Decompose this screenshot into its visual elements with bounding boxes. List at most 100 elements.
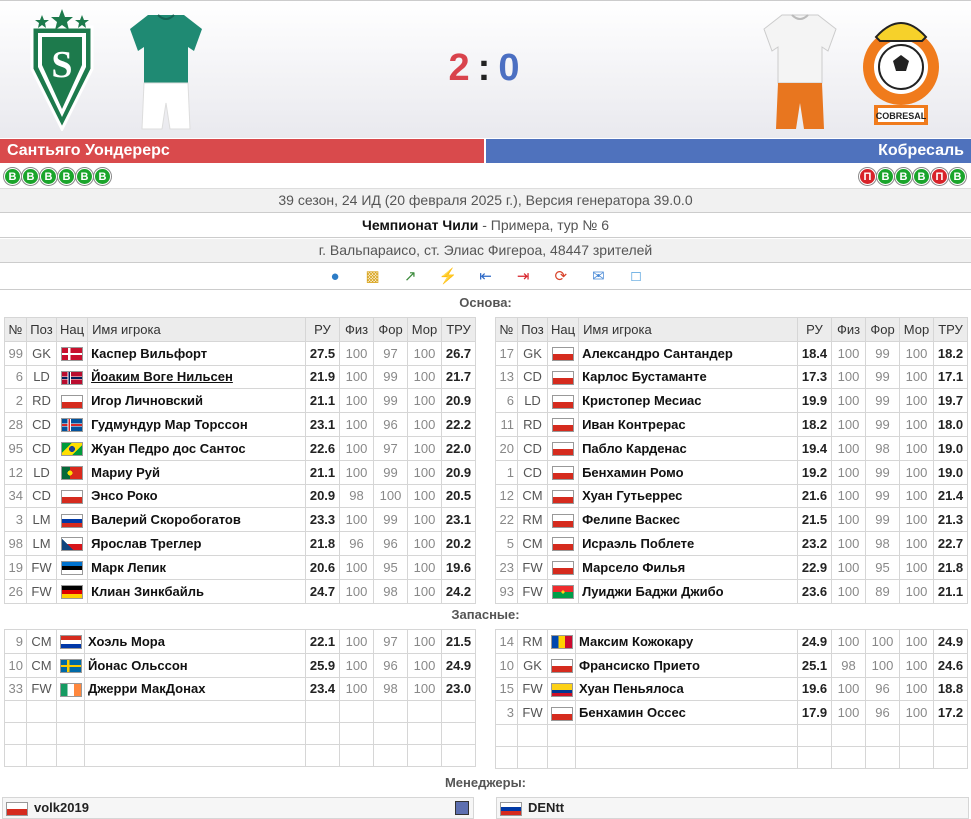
away-manager: DENtt: [496, 797, 969, 819]
form-badge[interactable]: В: [913, 168, 930, 185]
player-name[interactable]: Клиан Зинкбайль: [87, 578, 306, 604]
home-lineup-table: № Поз Нац Имя игрока РУ Физ Фор Мор ТРУ …: [4, 317, 476, 604]
player-name[interactable]: Бенхамин Оссес: [575, 700, 798, 726]
player-name[interactable]: Хуан Пеньялоса: [575, 676, 798, 702]
player-name[interactable]: Марк Лепик: [87, 554, 306, 580]
player-position: CM: [26, 652, 57, 678]
player-name[interactable]: Франсиско Прието: [575, 652, 798, 678]
player-name[interactable]: Йонас Ольссон: [84, 652, 306, 678]
player-nationality: [546, 388, 580, 414]
home-manager-name[interactable]: volk2019: [34, 800, 89, 815]
player-nationality: [546, 483, 580, 509]
player-position: RM: [517, 507, 548, 533]
player-name[interactable]: Исраэль Поблете: [578, 531, 798, 556]
player-real-strength: 21.1: [933, 578, 968, 604]
away-score: 0: [498, 47, 522, 89]
away-kit-icon: [763, 14, 837, 129]
monitor-icon[interactable]: □: [625, 267, 647, 287]
flag-icon: [552, 346, 575, 361]
form-badge[interactable]: В: [949, 168, 966, 185]
comments-icon[interactable]: ✉: [587, 267, 609, 287]
player-name[interactable]: Кристопер Месиас: [578, 388, 798, 414]
form-badge[interactable]: В: [895, 168, 912, 185]
player-nationality: [546, 578, 580, 604]
player-name[interactable]: Ярослав Треглер: [87, 531, 306, 556]
flag-icon: [59, 682, 82, 697]
away-club-logo[interactable]: COBRESAL: [858, 9, 944, 133]
player-name[interactable]: Йоаким Воге Нильсен: [87, 364, 306, 390]
events-icon[interactable]: ⚡: [437, 267, 459, 287]
player-name[interactable]: Луиджи Баджи Джибо: [578, 578, 798, 604]
form-badge[interactable]: В: [94, 168, 111, 185]
player-name[interactable]: Александро Сантандер: [578, 340, 798, 366]
player-name[interactable]: Джерри МакДонах: [84, 676, 306, 702]
player-name[interactable]: Хоэль Мора: [84, 629, 306, 654]
player-nationality: [546, 412, 580, 437]
player-name[interactable]: Пабло Карденас: [578, 435, 798, 461]
player-name[interactable]: Энсо Роко: [87, 483, 306, 509]
player-name[interactable]: Фелипе Васкес: [578, 507, 798, 533]
player-name[interactable]: Хуан Гутьеррес: [578, 483, 798, 509]
player-name[interactable]: Марсело Филья: [578, 554, 798, 580]
away-team-name[interactable]: Кобресаль: [486, 139, 971, 163]
match-header: S 2:0 COBRESAL: [0, 0, 971, 138]
player-fitness: 100: [831, 364, 866, 390]
player-name[interactable]: Бенхамин Ромо: [578, 459, 798, 485]
player-name[interactable]: Гудмундур Мар Торссон: [87, 412, 306, 437]
back-arrow-icon[interactable]: ⇤: [475, 267, 497, 287]
form-badge[interactable]: В: [76, 168, 93, 185]
player-real-strength: 17.1: [933, 364, 968, 390]
player-fitness: 100: [339, 388, 374, 414]
player-rating: 21.1: [305, 388, 340, 414]
competition-link[interactable]: Чемпионат Чили: [362, 217, 478, 233]
player-fitness: 100: [831, 507, 866, 533]
player-row: 11 RD Иван Контрерас 18.2 100 99 100 18.0: [495, 412, 968, 437]
form-badge[interactable]: В: [40, 168, 57, 185]
player-nationality: [547, 652, 576, 678]
player-position: GK: [26, 340, 57, 366]
save-icon[interactable]: [455, 801, 469, 815]
player-name[interactable]: Максим Кожокару: [575, 629, 798, 654]
flag-icon: [6, 801, 28, 816]
player-morale: 100: [899, 676, 934, 702]
player-name[interactable]: Каспер Вильфорт: [87, 340, 306, 366]
chart-icon[interactable]: ↗: [399, 267, 421, 287]
away-manager-name[interactable]: DENtt: [528, 800, 564, 815]
player-rating: 22.1: [305, 629, 340, 654]
forward-arrow-icon[interactable]: ⇥: [512, 267, 534, 287]
form-badge[interactable]: В: [4, 168, 21, 185]
player-rating: 19.6: [797, 676, 832, 702]
player-nationality: [546, 435, 580, 461]
player-morale: 100: [407, 676, 442, 702]
form-badge[interactable]: В: [22, 168, 39, 185]
home-manager: volk2019: [2, 797, 474, 819]
player-rating: 20.6: [305, 554, 340, 580]
player-real-strength: 18.2: [933, 340, 968, 366]
player-row: 10 GK Франсиско Прието 25.1 98 100 100 24.6: [495, 652, 968, 678]
refresh-icon[interactable]: ⟳: [550, 267, 572, 287]
player-name[interactable]: Жуан Педро дос Сантос: [87, 435, 306, 461]
player-fitness: 100: [831, 700, 866, 726]
empty-row: [4, 744, 476, 768]
form-badge[interactable]: В: [58, 168, 75, 185]
home-club-logo[interactable]: S: [22, 9, 102, 131]
player-name[interactable]: Игор Личновский: [87, 388, 306, 414]
player-morale: 100: [407, 340, 442, 366]
stats-icon[interactable]: ▩: [362, 267, 384, 287]
player-position: FW: [26, 676, 57, 702]
form-badge[interactable]: П: [931, 168, 948, 185]
flag-icon: [552, 513, 575, 528]
player-name[interactable]: Валерий Скоробогатов: [87, 507, 306, 533]
player-name[interactable]: Карлос Бустаманте: [578, 364, 798, 390]
player-number: 99: [4, 340, 27, 366]
player-name[interactable]: Мариу Руй: [87, 459, 306, 485]
form-badge[interactable]: П: [859, 168, 876, 185]
player-real-strength: 24.6: [933, 652, 968, 678]
player-name[interactable]: Иван Контрерас: [578, 412, 798, 437]
player-position: LD: [517, 388, 548, 414]
home-team-name[interactable]: Сантьяго Уондерерс: [0, 139, 484, 163]
form-badge[interactable]: В: [877, 168, 894, 185]
players-icon[interactable]: ●: [324, 267, 346, 287]
player-morale: 100: [407, 412, 442, 437]
player-nationality: [55, 364, 89, 390]
